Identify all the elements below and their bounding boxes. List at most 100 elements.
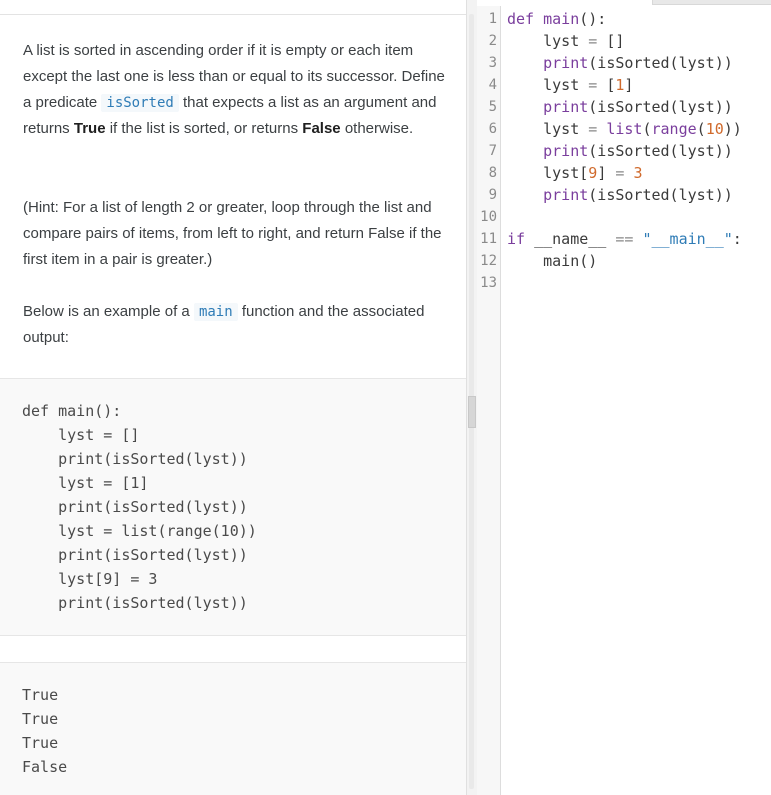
code-token: lyst[	[507, 164, 589, 182]
example-code-line: lyst = []	[22, 426, 140, 444]
inline-code-main: main	[193, 303, 238, 321]
code-token: lyst	[507, 32, 589, 50]
code-token: list	[606, 120, 643, 138]
code-token: :	[732, 230, 742, 248]
line-number: 10	[480, 209, 497, 225]
example-code-line: print(isSorted(lyst))	[22, 450, 248, 468]
line-number: 13	[480, 275, 497, 291]
code-token: (isSorted(lyst))	[588, 186, 733, 204]
code-token: main	[543, 10, 580, 28]
example-output: True True True False	[22, 683, 67, 779]
output-line: True	[22, 734, 59, 752]
code-token: print	[543, 186, 589, 204]
code-token: print	[543, 98, 589, 116]
code-line[interactable]: lyst[9] = 3	[507, 162, 771, 184]
line-number-gutter: 1 2 3 4 5 6 7 8 9 10 11 12 13	[477, 6, 501, 795]
code-line[interactable]: lyst = []	[507, 30, 771, 52]
code-token: print	[543, 142, 589, 160]
code-token: __name__	[534, 230, 616, 248]
output-line: True	[22, 710, 59, 728]
code-line[interactable]: print(isSorted(lyst))	[507, 140, 771, 162]
line-number: 9	[488, 187, 497, 203]
editor-tab[interactable]	[652, 0, 771, 5]
line-number: 8	[488, 165, 497, 181]
example-code-line: print(isSorted(lyst))	[22, 594, 248, 612]
example-output-block: True True True False	[0, 662, 466, 795]
output-line: True	[22, 686, 59, 704]
resize-handle[interactable]	[468, 396, 476, 428]
example-code-line: print(isSorted(lyst))	[22, 498, 248, 516]
example-code-block: def main(): lyst = [] print(isSorted(lys…	[0, 378, 466, 636]
statement-text: if the list is sorted, or returns	[105, 120, 303, 137]
example-intro: Below is an example of a main function a…	[23, 299, 448, 351]
code-line[interactable]: print(isSorted(lyst))	[507, 52, 771, 74]
output-line: False	[22, 758, 68, 776]
code-token: [	[597, 76, 616, 94]
code-line[interactable]: lyst = [1]	[507, 74, 771, 96]
line-number: 2	[488, 33, 497, 49]
hint-text: (Hint: For a list of length 2 or greater…	[23, 199, 442, 268]
code-line[interactable]	[507, 272, 771, 294]
editor-code-area[interactable]: def main(): lyst = [] print(isSorted(lys…	[507, 8, 771, 294]
code-token: 3	[633, 164, 643, 182]
code-token: []	[597, 32, 625, 50]
code-token: ]	[624, 76, 634, 94]
line-number: 12	[480, 253, 497, 269]
code-token: ))	[723, 120, 742, 138]
bold-true: True	[73, 120, 106, 137]
code-token: 10	[705, 120, 724, 138]
example-code-line: def main():	[22, 402, 122, 420]
code-line[interactable]: main()	[507, 250, 771, 272]
intro-text: Below is an example of a	[23, 303, 194, 320]
code-line[interactable]: print(isSorted(lyst))	[507, 184, 771, 206]
line-number: 7	[488, 143, 497, 159]
example-code-line: lyst[9] = 3	[22, 570, 158, 588]
code-token: def	[507, 10, 544, 28]
inline-code-issorted: isSorted	[101, 94, 179, 112]
code-line[interactable]: print(isSorted(lyst))	[507, 96, 771, 118]
line-number: 6	[488, 121, 497, 137]
instructions-pane: A list is sorted in ascending order if i…	[0, 0, 466, 795]
code-line[interactable]: def main():	[507, 8, 771, 30]
code-token: =	[588, 120, 598, 138]
code-token: range	[651, 120, 697, 138]
code-token: (isSorted(lyst))	[588, 98, 733, 116]
example-code-line: lyst = [1]	[22, 474, 149, 492]
divider-line	[0, 14, 466, 15]
example-code-line: lyst = list(range(10))	[22, 522, 257, 540]
line-number: 1	[488, 11, 497, 27]
code-token: =	[588, 76, 598, 94]
example-code: def main(): lyst = [] print(isSorted(lys…	[22, 399, 257, 615]
code-line[interactable]	[507, 206, 771, 228]
code-token: (isSorted(lyst))	[588, 142, 733, 160]
line-number: 4	[488, 77, 497, 93]
statement-text: otherwise.	[340, 120, 414, 137]
code-token: ():	[579, 10, 607, 28]
code-token: 9	[588, 164, 598, 182]
code-token: if	[507, 230, 535, 248]
code-token: ==	[615, 230, 634, 248]
code-token: (	[696, 120, 706, 138]
code-token: (	[642, 120, 652, 138]
code-editor[interactable]: 1 2 3 4 5 6 7 8 9 10 11 12 13 def main(): lyst = [] …	[477, 0, 771, 795]
example-code-line: print(isSorted(lyst))	[22, 546, 248, 564]
code-line[interactable]: if __name__ == "__main__":	[507, 228, 771, 250]
bold-false: False	[302, 120, 341, 137]
code-token: print	[543, 54, 589, 72]
line-number: 11	[480, 231, 497, 247]
line-number: 5	[488, 99, 497, 115]
code-token: =	[588, 32, 598, 50]
line-number: 3	[488, 55, 497, 71]
problem-statement: A list is sorted in ascending order if i…	[23, 38, 448, 142]
code-token: (isSorted(lyst))	[588, 54, 733, 72]
code-token: lyst	[507, 120, 589, 138]
code-line[interactable]: lyst = list(range(10))	[507, 118, 771, 140]
code-token: "__main__"	[642, 230, 733, 248]
code-token: lyst	[507, 76, 589, 94]
code-token: ]	[597, 164, 616, 182]
